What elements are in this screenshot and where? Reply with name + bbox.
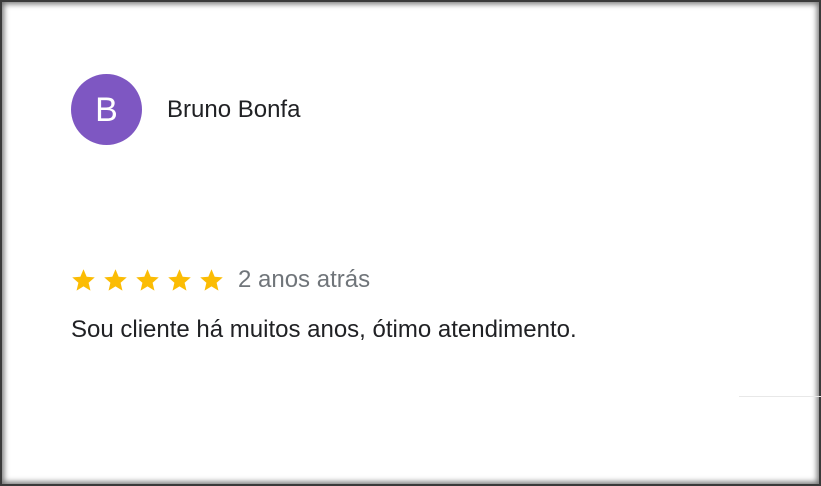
review-text: Sou cliente há muitos anos, ótimo atendi… xyxy=(71,316,577,343)
review-frame: B Bruno Bonfa 2 anos atrás Sou cliente h… xyxy=(0,0,821,486)
divider xyxy=(739,396,821,397)
review-card: B Bruno Bonfa 2 anos atrás Sou cliente h… xyxy=(2,2,821,486)
review-time: 2 anos atrás xyxy=(238,266,371,293)
star-rating xyxy=(70,267,230,294)
star-icon xyxy=(72,268,95,291)
rating-row: 2 anos atrás xyxy=(70,264,370,296)
star-icon xyxy=(168,268,191,291)
avatar-initial: B xyxy=(95,90,118,129)
author-name[interactable]: Bruno Bonfa xyxy=(167,96,300,124)
star-icon xyxy=(136,268,159,291)
avatar[interactable]: B xyxy=(71,74,142,145)
star-icon xyxy=(200,268,223,291)
star-icon xyxy=(104,268,127,291)
